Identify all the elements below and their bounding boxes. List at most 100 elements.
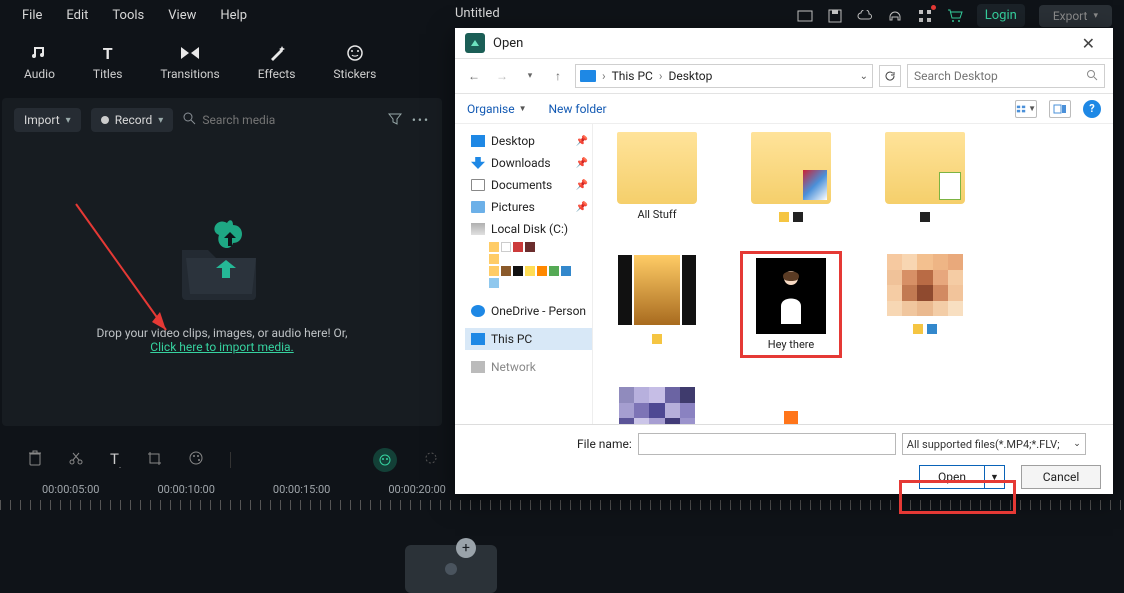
cancel-button[interactable]: Cancel (1021, 465, 1101, 489)
folder-item[interactable] (609, 254, 705, 355)
tab-stickers-label: Stickers (333, 67, 376, 81)
drop-zone-text: Drop your video clips, images, or audio … (96, 326, 347, 340)
breadcrumb-desktop[interactable]: Desktop (668, 69, 712, 83)
menu-tools[interactable]: Tools (100, 4, 156, 27)
pin-icon: 📌 (576, 136, 588, 147)
text-tool-icon[interactable]: T. (110, 450, 121, 470)
tree-localdisk[interactable]: Local Disk (C:) (465, 218, 592, 240)
documents-icon (471, 179, 485, 191)
search-media-input[interactable] (202, 113, 312, 127)
address-bar[interactable]: › This PC › Desktop ⌄ (575, 64, 873, 88)
search-media[interactable] (183, 112, 312, 128)
file-list[interactable]: All Stuff (593, 124, 1113, 424)
menu-file[interactable]: File (10, 4, 54, 27)
nav-back-button[interactable]: ← (463, 65, 485, 87)
folder-icon (617, 132, 697, 204)
tree-onedrive[interactable]: OneDrive - Person (465, 300, 592, 322)
folder-icon (885, 132, 965, 204)
marker-icon[interactable] (423, 450, 439, 470)
file-item[interactable] (609, 387, 705, 424)
login-button[interactable]: Login (977, 4, 1025, 27)
filter-icon[interactable] (388, 113, 402, 128)
import-media-link[interactable]: Click here to import media. (150, 340, 293, 354)
breadcrumb-thispc[interactable]: This PC (612, 69, 653, 83)
nav-recent-button[interactable]: ▾ (519, 65, 541, 87)
chevron-down-icon: ▾ (1093, 11, 1098, 21)
open-button[interactable]: Open ▼ (919, 465, 1005, 489)
open-dropdown-icon[interactable]: ▼ (985, 465, 1005, 489)
tree-desktop[interactable]: Desktop📌 (465, 130, 592, 152)
tree-thispc[interactable]: This PC (465, 328, 592, 350)
tab-audio[interactable]: Audio (24, 43, 55, 81)
chevron-down-icon[interactable]: ⌄ (860, 71, 868, 82)
tree-thumb-row (489, 278, 592, 288)
folder-item-allstuff[interactable]: All Stuff (609, 132, 705, 222)
file-item[interactable] (743, 411, 839, 424)
apps-icon[interactable] (917, 8, 933, 24)
menu-edit[interactable]: Edit (54, 4, 100, 27)
refresh-button[interactable] (879, 65, 901, 87)
split-icon[interactable] (68, 450, 84, 470)
tab-effects[interactable]: Effects (258, 43, 296, 81)
menu-help[interactable]: Help (208, 4, 259, 27)
media-drop-zone[interactable]: Drop your video clips, images, or audio … (2, 142, 442, 382)
tab-titles[interactable]: T Titles (93, 43, 122, 81)
separator (230, 452, 231, 468)
organise-menu[interactable]: Organise ▼ (467, 102, 527, 116)
help-button[interactable]: ? (1083, 100, 1101, 118)
dialog-search-input[interactable] (914, 69, 1074, 83)
sticker-icon (345, 43, 365, 63)
close-button[interactable]: ✕ (1074, 32, 1103, 55)
export-button[interactable]: Export▾ (1039, 5, 1112, 27)
pin-icon: 📌 (576, 158, 588, 169)
image-thumbnail (619, 387, 695, 424)
magic-wand-icon (267, 43, 287, 63)
folder-icon (617, 254, 697, 326)
color-icon[interactable] (188, 450, 204, 470)
tree-thumb-row (489, 254, 592, 264)
tab-transitions[interactable]: Transitions (160, 43, 219, 81)
tree-downloads[interactable]: Downloads📌 (465, 152, 592, 174)
item-label: Hey there (768, 338, 815, 351)
ai-assistant-icon[interactable] (373, 448, 397, 472)
delete-icon[interactable] (28, 450, 42, 470)
cart-icon[interactable] (947, 8, 963, 24)
headset-icon[interactable] (887, 8, 903, 24)
import-dropdown[interactable]: Import▾ (14, 108, 81, 132)
dialog-title: Open (493, 36, 523, 51)
navigation-pane[interactable]: Desktop📌 Downloads📌 Documents📌 Pictures📌… (455, 124, 593, 424)
menu-view[interactable]: View (156, 4, 208, 27)
layout-icon[interactable] (797, 8, 813, 24)
dialog-titlebar[interactable]: Open ✕ (455, 28, 1113, 58)
new-folder-button[interactable]: New folder (549, 102, 607, 116)
filename-input[interactable] (638, 433, 896, 455)
timeline-clip-placeholder[interactable] (405, 545, 497, 593)
item-markers (652, 334, 662, 344)
crop-icon[interactable] (147, 451, 162, 470)
tab-stickers[interactable]: Stickers (333, 43, 376, 81)
top-right-toolbar: Login Export▾ (797, 4, 1112, 27)
dialog-search[interactable] (907, 64, 1105, 88)
file-type-filter[interactable]: All supported files(*.MP4;*.FLV;⌄ (902, 433, 1086, 455)
tree-pictures[interactable]: Pictures📌 (465, 196, 592, 218)
nav-forward-button[interactable]: → (491, 65, 513, 87)
cloud-icon[interactable] (857, 8, 873, 24)
more-icon[interactable]: ••• (412, 113, 430, 128)
view-mode-button[interactable]: ▼ (1015, 100, 1037, 118)
save-icon[interactable] (827, 8, 843, 24)
filename-label: File name: (577, 437, 632, 451)
file-item-heythere[interactable]: Hey there (743, 254, 839, 355)
folder-item[interactable] (743, 132, 839, 222)
tree-network[interactable]: Network (465, 356, 592, 378)
ruler-label: 00:00:05:00 (42, 483, 99, 496)
record-dropdown[interactable]: Record▾ (91, 108, 174, 132)
chevron-right-icon: › (659, 69, 663, 83)
folder-item[interactable] (877, 132, 973, 222)
dialog-toolbar: Organise ▼ New folder ▼ ? (455, 94, 1113, 124)
nav-up-button[interactable]: ↑ (547, 65, 569, 87)
preview-pane-button[interactable] (1049, 100, 1071, 118)
add-clip-button[interactable]: + (456, 538, 476, 558)
file-item[interactable] (877, 254, 973, 355)
item-markers (779, 212, 803, 222)
tree-documents[interactable]: Documents📌 (465, 174, 592, 196)
